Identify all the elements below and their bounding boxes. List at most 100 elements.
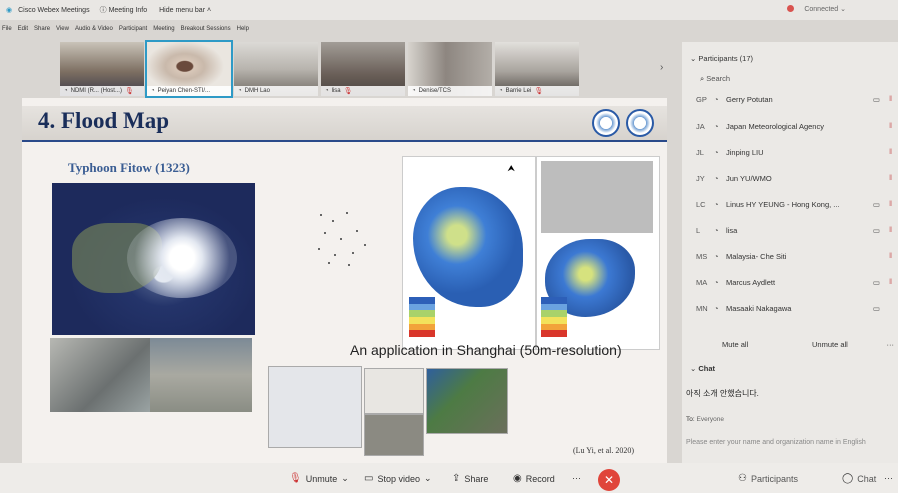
chat-header[interactable]: ⌄ Chat [690,364,715,373]
map-placeholder [541,161,653,233]
menu-edit[interactable]: Edit [18,26,28,38]
satellite-image [52,183,255,335]
mic-muted-icon: 🎙 [343,88,353,95]
menu-help[interactable]: Help [237,26,249,38]
audio-icon: ◔ [714,147,719,157]
participant-name: Marcus Aydlett [726,277,776,287]
flood-photo [150,338,252,412]
menu-breakout-sessions[interactable]: Breakout Sessions [181,26,231,38]
video-tile[interactable]: ◔ Denise/TCS [408,42,492,96]
participant-search[interactable]: ⌕ Search [700,74,730,84]
participant-name: Linus HY YEUNG - Hong Kong, ... [726,199,840,209]
stop-video-button[interactable]: ▭ Stop video ⌄ [364,473,432,484]
participant-row[interactable]: JA ◔ Japan Meteorological Agency ǁ [696,119,892,133]
menu-share[interactable]: Share [34,26,50,38]
mic-muted-icon: ǁ [889,200,892,208]
participants-header[interactable]: ⌄ Participants (17) [690,54,753,63]
flood-photo [50,338,150,412]
audio-icon: ◔ [412,88,416,94]
participant-row[interactable]: JL ◔ Jinping LIU ǁ [696,145,892,159]
mic-muted-icon: ǁ [889,252,892,260]
participant-row[interactable]: GP ◔ Gerry Potutan ▭ ǁ [696,92,892,106]
participant-initials: MS [696,251,708,261]
video-name-bar: ◔ DMH Lao [234,86,318,96]
mic-muted-icon: ǁ [889,174,892,182]
participant-initials: JY [696,173,705,183]
video-strip: ◔ NDMI (R... (Host...) 🎙 ◔ Peiyan Chen-STI/… [60,40,680,98]
participant-row[interactable]: LC ◔ Linus HY YEUNG - Hong Kong, ... ▭ ǁ [696,197,892,211]
mic-muted-icon: 🎙 [124,88,134,95]
participant-name: Barrie Lei [505,88,532,94]
chat-button[interactable]: ◯ Chat [842,473,876,484]
chat-input[interactable]: Please enter your name and organization … [686,437,892,448]
chat-recipient[interactable]: To: Everyone [686,416,724,423]
info-icon[interactable]: ⓘ [100,5,107,15]
flood-map-left: ⮝ [402,156,536,350]
record-button[interactable]: ◉ Record [513,473,555,484]
share-button[interactable]: ⇪ Share [452,473,488,484]
app-title: Cisco Webex Meetings [18,6,90,14]
record-icon: ◉ [513,473,522,484]
camera-icon: ▭ [872,303,880,313]
video-tile[interactable]: ◔ DMH Lao [234,42,318,96]
menu-participant[interactable]: Participant [119,26,147,38]
slide-caption: An application in Shanghai (50m-resoluti… [350,342,622,358]
video-name-bar: ◔ lisa 🎙 [321,86,405,96]
video-name-bar: ◔ Barrie Lei 🎙 [495,86,579,96]
video-tile[interactable]: ◔ lisa 🎙 [321,42,405,96]
unmute-button[interactable]: 🎙 Unmute ⌄ [289,473,349,484]
aerial-thumbnail [364,414,424,456]
audio-icon: ◔ [714,251,719,261]
menu-bar: File Edit Share View Audio & Video Parti… [0,26,692,38]
more-button[interactable]: ··· [572,473,581,483]
participant-initials: MA [696,277,708,287]
chat-label: Chat [857,473,877,484]
audio-icon: ◔ [714,199,719,209]
chevron-right-icon[interactable]: › [660,62,663,73]
menu-meeting[interactable]: Meeting [153,26,174,38]
participant-name: Japan Meteorological Agency [726,121,824,131]
more-options-icon[interactable]: ··· [887,340,895,349]
typhoon-cloud [127,218,237,298]
hide-menu-bar-button[interactable]: Hide menu bar ˄ [159,7,211,14]
audio-icon: ◔ [714,277,719,287]
participants-label: Participants [750,473,798,484]
participants-header-label: Participants (17) [698,54,753,63]
stop-video-label: Stop video [377,473,420,484]
mic-muted-icon: ǁ [889,278,892,286]
video-tile[interactable]: ◔ Barrie Lei 🎙 [495,42,579,96]
person-icon: ⚇ [738,473,747,484]
participant-row[interactable]: MN ◔ Masaaki Nakagawa ▭ [696,301,892,315]
connection-status: Connected ⌄ [781,5,846,13]
participant-row[interactable]: MS ◔ Malaysia- Che Siti ǁ [696,249,892,263]
connection-label: Connected [804,6,839,13]
audio-icon: ◔ [238,88,242,94]
end-meeting-button[interactable]: ✕ [598,469,620,491]
menu-audio-video[interactable]: Audio & Video [75,26,113,38]
shared-slide: 4. Flood Map Typhoon Fitow (1323) ⮝ An a… [22,98,667,463]
meeting-info-button[interactable]: Meeting Info [109,7,148,14]
audio-icon: ◔ [714,173,719,183]
participant-name: Denise/TCS [418,88,451,94]
audio-icon: ◔ [714,94,719,104]
unmute-all-button[interactable]: Unmute all [812,340,848,349]
search-placeholder: Search [706,74,731,83]
menu-file[interactable]: File [2,26,12,38]
more-options-icon[interactable]: ··· [884,473,893,483]
participant-name: Malaysia- Che Siti [726,251,787,261]
menu-view[interactable]: View [56,26,69,38]
audio-icon: ◔ [714,225,719,235]
side-panel: ⌄ Participants (17) ⌕ Search GP ◔ Gerry Po… [682,42,898,463]
slide-citation: (Lu Yi, et al. 2020) [573,446,635,455]
video-tile[interactable]: ◔ NDMI (R... (Host...) 🎙 [60,42,144,96]
participants-button[interactable]: ⚇ Participants [738,473,798,484]
unmute-label: Unmute [305,473,338,484]
mic-muted-icon: ǁ [889,122,892,130]
map-legend [409,297,435,338]
participant-row[interactable]: L ◔ lisa ▭ ǁ [696,223,892,237]
mute-all-button[interactable]: Mute all [722,340,748,349]
participant-row[interactable]: JY ◔ Jun YU/WMO ǁ [696,171,892,185]
flood-map-right [536,156,660,350]
video-tile-active-speaker[interactable]: ◔ Peiyan Chen-STI/... [145,40,233,98]
participant-row[interactable]: MA ◔ Marcus Aydlett ▭ ǁ [696,275,892,289]
